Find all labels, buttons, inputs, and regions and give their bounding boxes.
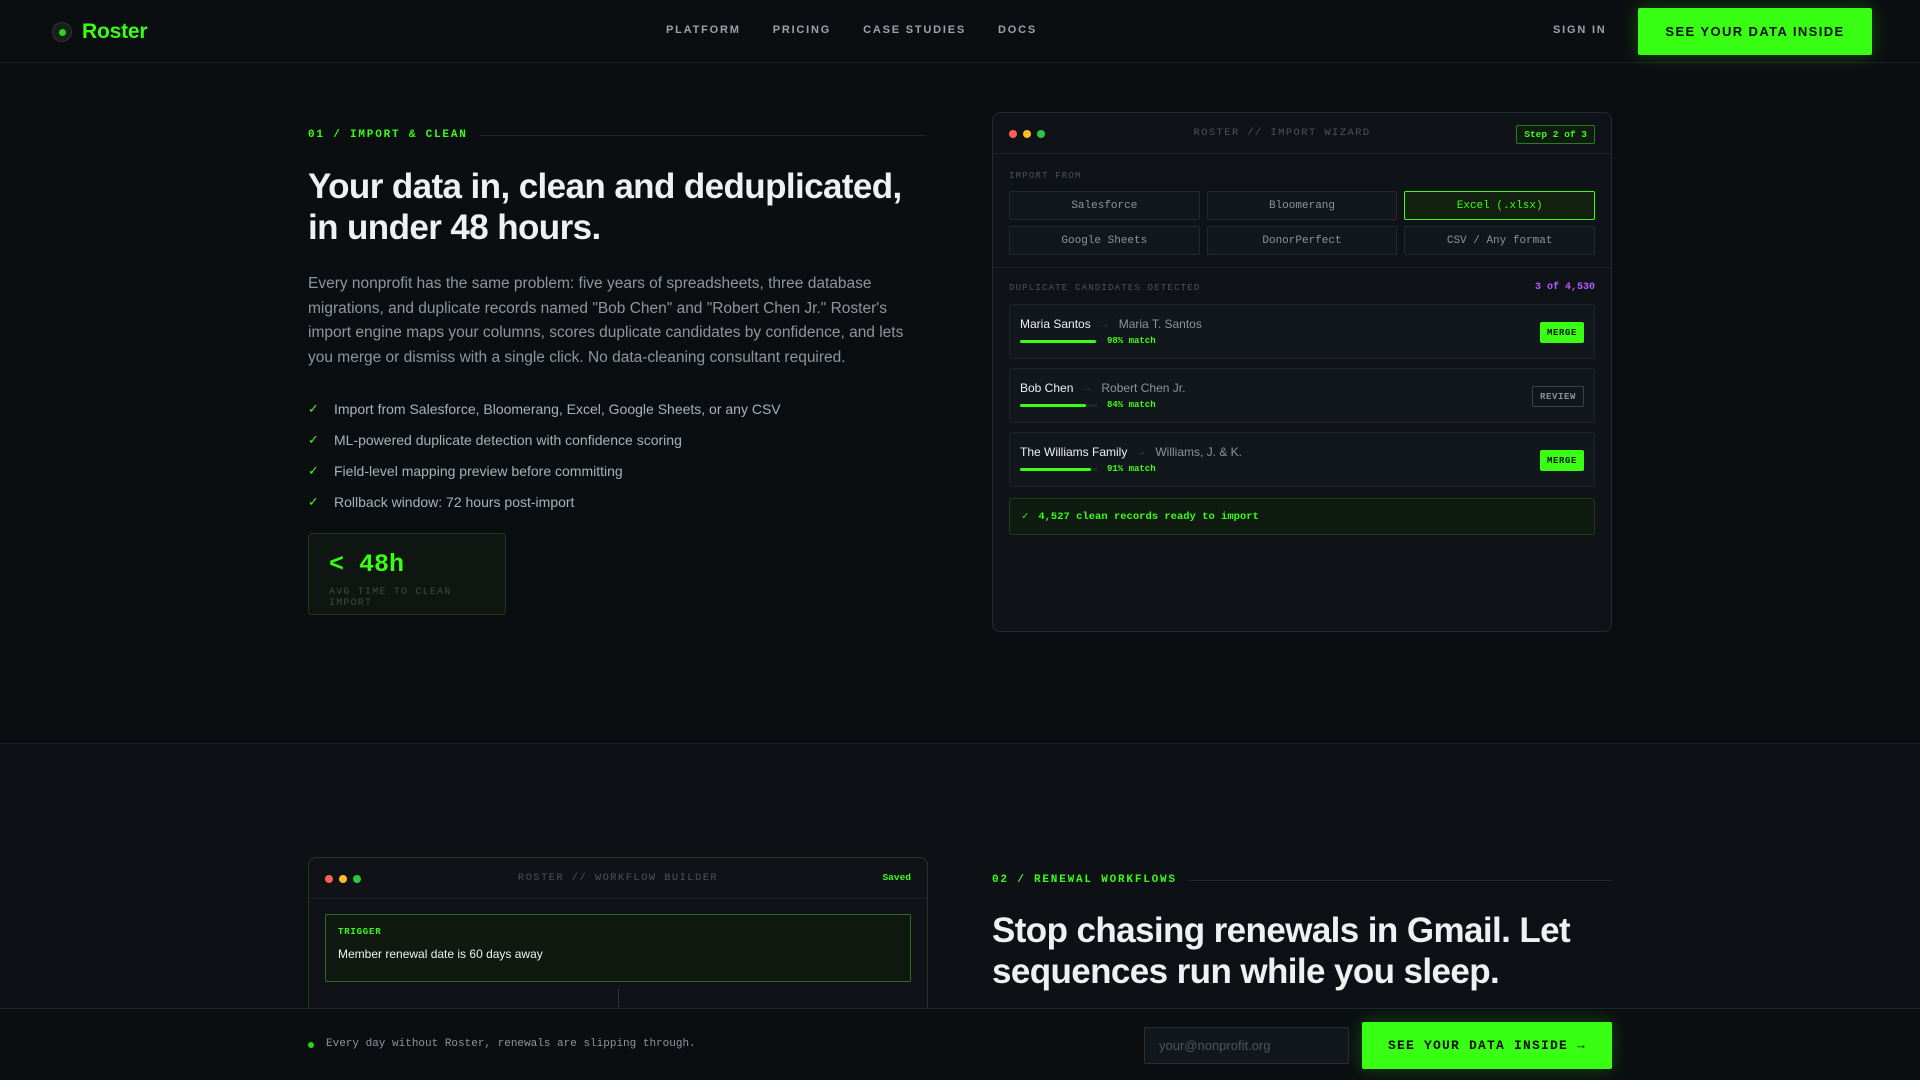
import-wizard-window: ROSTER // IMPORT WIZARD Step 2 of 3 IMPO…: [992, 112, 1612, 632]
sign-in-link[interactable]: SIGN IN: [1553, 24, 1607, 36]
source-bloomerang-button[interactable]: Bloomerang: [1206, 191, 1398, 220]
checklist-item: ✓ Import from Salesforce, Bloomerang, Ex…: [308, 393, 781, 424]
arrow-icon: →: [1136, 446, 1147, 458]
clean-records-text: 4,527 clean records ready to import: [1038, 510, 1259, 523]
checklist-item: ✓ Field-level mapping preview before com…: [308, 455, 781, 486]
check-icon: ✓: [308, 493, 319, 509]
nav-link-case-studies[interactable]: CASE STUDIES: [863, 24, 966, 36]
nav-link-pricing[interactable]: PRICING: [773, 24, 831, 36]
logo-text: Roster: [82, 20, 148, 43]
review-button[interactable]: REVIEW: [1531, 386, 1584, 407]
checklist-item-text: Rollback window: 72 hours post-import: [334, 493, 575, 510]
duplicates-list: Maria Santos → Maria T. Santos 98% match…: [1009, 304, 1595, 496]
checklist-item-text: Import from Salesforce, Bloomerang, Exce…: [334, 400, 781, 417]
arrow-icon: →: [1082, 382, 1093, 394]
trigger-text: Member renewal date is 60 days away: [338, 947, 543, 961]
section2-label-text: 02 / RENEWAL WORKFLOWS: [992, 874, 1177, 886]
nav-link-docs[interactable]: DOCS: [998, 24, 1037, 36]
duplicate-names: Bob Chen → Robert Chen Jr.: [1020, 381, 1185, 395]
checklist-item: ✓ Rollback window: 72 hours post-import: [308, 486, 781, 517]
merge-button[interactable]: MERGE: [1539, 322, 1584, 343]
duplicates-label: DUPLICATE CANDIDATES DETECTED: [1009, 283, 1201, 293]
window-title: ROSTER // WORKFLOW BUILDER: [517, 872, 719, 884]
section1-title: Your data in, clean and deduplicated, in…: [308, 167, 902, 247]
merge-button[interactable]: MERGE: [1539, 450, 1584, 471]
feature-checklist: ✓ Import from Salesforce, Bloomerang, Ex…: [308, 393, 781, 517]
duplicate-candidate-name: Williams, J. & K.: [1155, 445, 1243, 459]
section1-label: 01 / IMPORT & CLEAN: [308, 129, 926, 141]
match-bar-fill: [1020, 404, 1086, 407]
duplicate-row: Maria Santos → Maria T. Santos 98% match…: [1009, 304, 1595, 359]
duplicates-count: 3 of 4,530: [1534, 282, 1595, 293]
sticky-text: Every day without Roster, renewals are s…: [326, 1038, 696, 1050]
divider: [993, 267, 1611, 268]
match-score: 84% match: [1107, 400, 1156, 410]
match-bar: [1020, 404, 1098, 407]
check-icon: ✓: [308, 462, 319, 478]
trigger-node[interactable]: TRIGGER Member renewal date is 60 days a…: [325, 914, 911, 982]
match-score: 91% match: [1107, 464, 1156, 474]
stat-label: AVG TIME TO CLEAN IMPORT: [329, 587, 452, 609]
sticky-cta-button[interactable]: SEE YOUR DATA INSIDE →: [1362, 1022, 1612, 1069]
source-donorperfect-button[interactable]: DonorPerfect: [1206, 226, 1398, 255]
checklist-item-text: Field-level mapping preview before commi…: [334, 462, 623, 479]
duplicate-primary-name: The Williams Family: [1020, 445, 1128, 459]
section2-label: 02 / RENEWAL WORKFLOWS: [992, 874, 1612, 886]
match-bar: [1020, 468, 1098, 471]
window-header: ROSTER // WORKFLOW BUILDER Saved: [309, 858, 927, 899]
check-icon: ✓: [1022, 511, 1029, 523]
section2-label-rule: [1188, 879, 1612, 881]
section1-label-rule: [479, 134, 926, 136]
duplicate-primary-name: Maria Santos: [1020, 317, 1091, 331]
stat-value: < 48h: [329, 550, 405, 579]
nav-cta-button[interactable]: SEE YOUR DATA INSIDE: [1638, 8, 1872, 55]
step-badge: Step 2 of 3: [1516, 125, 1595, 144]
duplicate-candidate-name: Maria T. Santos: [1118, 317, 1202, 331]
logo-icon: [52, 22, 72, 42]
match-bar-fill: [1020, 468, 1091, 471]
trigger-label: TRIGGER: [338, 927, 382, 937]
match-bar: [1020, 340, 1098, 343]
checklist-item: ✓ ML-powered duplicate detection with co…: [308, 424, 781, 455]
logo[interactable]: Roster: [52, 20, 148, 44]
stat-box: < 48h AVG TIME TO CLEAN IMPORT: [308, 533, 506, 615]
match-bar-fill: [1020, 340, 1097, 343]
source-excel-button[interactable]: Excel (.xlsx): [1404, 191, 1595, 220]
duplicate-row: Bob Chen → Robert Chen Jr. 84% match REV…: [1009, 368, 1595, 423]
sticky-cta-bar: Every day without Roster, renewals are s…: [0, 1008, 1920, 1080]
source-grid: Salesforce Bloomerang Excel (.xlsx) Goog…: [1009, 191, 1595, 255]
check-icon: ✓: [308, 400, 319, 416]
duplicate-names: Maria Santos → Maria T. Santos: [1020, 317, 1202, 331]
top-nav: Roster PLATFORM PRICING CASE STUDIES DOC…: [0, 0, 1920, 63]
section1-body: Every nonprofit has the same problem: fi…: [308, 275, 904, 366]
clean-records-notice: ✓ 4,527 clean records ready to import: [1009, 498, 1595, 535]
duplicate-names: The Williams Family → Williams, J. & K.: [1020, 445, 1242, 459]
import-from-label: IMPORT FROM: [1009, 171, 1082, 181]
section2-title: Stop chasing renewals in Gmail. Let sequ…: [992, 911, 1571, 991]
duplicate-primary-name: Bob Chen: [1020, 381, 1074, 395]
duplicate-candidate-name: Robert Chen Jr.: [1101, 381, 1186, 395]
source-google-sheets-button[interactable]: Google Sheets: [1009, 226, 1200, 255]
checklist-item-text: ML-powered duplicate detection with conf…: [334, 431, 682, 448]
saved-status: Saved: [882, 872, 911, 883]
duplicate-row: The Williams Family → Williams, J. & K. …: [1009, 432, 1595, 487]
flow-connector: [618, 989, 619, 1007]
source-salesforce-button[interactable]: Salesforce: [1009, 191, 1200, 220]
source-csv-button[interactable]: CSV / Any format: [1404, 226, 1595, 255]
email-input[interactable]: [1144, 1027, 1349, 1064]
nav-link-platform[interactable]: PLATFORM: [666, 24, 741, 36]
section1-label-text: 01 / IMPORT & CLEAN: [308, 129, 468, 141]
arrow-icon: →: [1099, 318, 1110, 330]
status-dot-icon: [308, 1042, 314, 1048]
check-icon: ✓: [308, 431, 319, 447]
window-header: ROSTER // IMPORT WIZARD Step 2 of 3: [993, 113, 1611, 154]
match-score: 98% match: [1107, 336, 1156, 346]
nav-links: PLATFORM PRICING CASE STUDIES DOCS: [666, 24, 1037, 36]
